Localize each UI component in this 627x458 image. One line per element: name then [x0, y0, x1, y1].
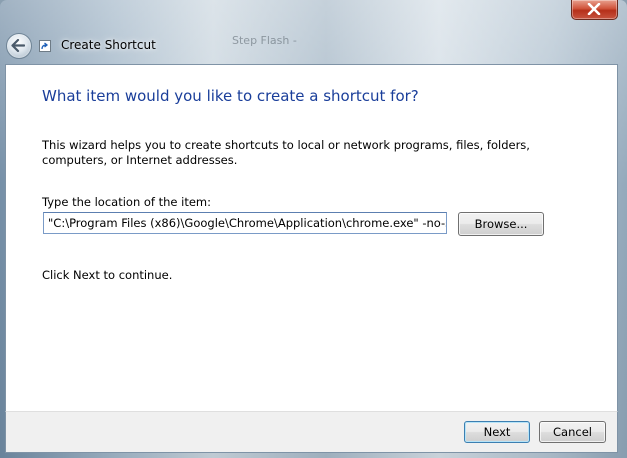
browse-button[interactable]: Browse... — [458, 212, 544, 236]
title-bar[interactable]: Step Flash - Create Shortcut — [0, 0, 627, 64]
continue-hint: Click Next to continue. — [42, 268, 173, 282]
wizard-heading: What item would you like to create a sho… — [42, 87, 419, 105]
shortcut-icon — [39, 40, 51, 52]
back-button[interactable] — [6, 33, 32, 59]
location-input[interactable]: "C:\Program Files (x86)\Google\Chrome\Ap… — [43, 212, 447, 234]
button-bar: Next Cancel — [5, 411, 618, 453]
close-button[interactable] — [571, 0, 618, 20]
window-title: Create Shortcut — [61, 38, 156, 52]
window-frame: Step Flash - Create Shortcut What item w… — [0, 0, 627, 458]
next-button[interactable]: Next — [464, 421, 530, 443]
cancel-button[interactable]: Cancel — [539, 421, 606, 443]
location-label: Type the location of the item: — [42, 195, 212, 209]
background-window-text: Step Flash - — [232, 34, 297, 47]
wizard-content: What item would you like to create a sho… — [5, 64, 618, 412]
wizard-description: This wizard helps you to create shortcut… — [42, 138, 530, 167]
